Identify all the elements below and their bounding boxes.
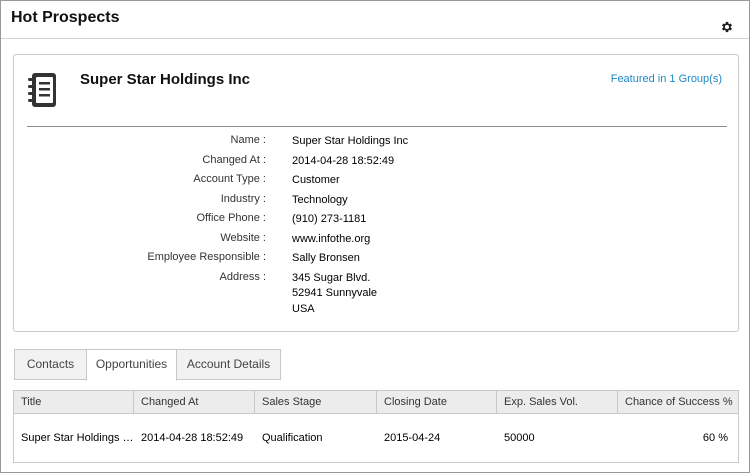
cell-sales-stage: Qualification: [262, 432, 323, 444]
account-name-heading: Super Star Holdings Inc: [80, 71, 251, 88]
column-header-closing-date[interactable]: Closing Date: [377, 391, 497, 414]
website-label: Website :: [220, 231, 266, 244]
industry-value: Technology: [292, 193, 348, 206]
address-line-2: 52941 Sunnyvale: [292, 287, 378, 299]
address-value: 345 Sugar Blvd. 52941 Sunnyvale USA: [292, 271, 377, 318]
office-phone-label: Office Phone :: [196, 212, 266, 224]
address-book-icon: [28, 73, 56, 107]
detail-row-changed-at: Changed At : 2014-04-28 18:52:49: [14, 154, 740, 174]
employee-label: Employee Responsible :: [147, 251, 266, 263]
cell-chance-of-success: 60 %: [702, 432, 728, 444]
tab-account-details[interactable]: Account Details: [176, 349, 281, 380]
column-header-sales-stage[interactable]: Sales Stage: [255, 391, 377, 414]
detail-row-office-phone: Office Phone : (910) 273-1181: [14, 212, 740, 232]
column-header-chance-of-success[interactable]: Chance of Success %: [618, 391, 738, 414]
address-line-3: USA: [292, 302, 315, 315]
gear-icon[interactable]: [720, 20, 734, 34]
changed-at-label: Changed At :: [202, 153, 266, 166]
account-type-value: Customer: [292, 174, 340, 186]
column-header-exp-sales-vol[interactable]: Exp. Sales Vol.: [497, 391, 618, 414]
changed-at-value: 2014-04-28 18:52:49: [292, 154, 395, 167]
website-value: www.infothe.org: [292, 232, 371, 245]
featured-groups-link[interactable]: Featured in 1 Group(s): [611, 73, 722, 85]
divider: [27, 126, 727, 127]
cell-closing-date: 2015-04-24: [384, 432, 441, 444]
account-card: Super Star Holdings Inc Featured in 1 Gr…: [13, 54, 739, 332]
title-bar: Hot Prospects: [1, 1, 749, 39]
detail-row-name: Name : Super Star Holdings Inc: [14, 134, 740, 154]
tab-contacts[interactable]: Contacts: [14, 349, 87, 380]
industry-label: Industry :: [220, 192, 266, 205]
name-label: Name :: [230, 134, 266, 146]
account-type-label: Account Type :: [193, 173, 266, 185]
detail-row-account-type: Account Type : Customer: [14, 173, 740, 193]
page-title: Hot Prospects: [11, 9, 120, 26]
table-row[interactable]: Super Star Holdings Inc 2014-04-28 18:52…: [14, 415, 738, 463]
cell-exp-sales-vol: 50000: [504, 432, 535, 444]
office-phone-value: (910) 273-1181: [292, 213, 367, 225]
address-line-1: 345 Sugar Blvd.: [292, 271, 371, 284]
address-label: Address :: [219, 270, 266, 283]
cell-changed-at: 2014-04-28 18:52:49: [141, 432, 244, 444]
detail-row-industry: Industry : Technology: [14, 193, 740, 213]
detail-row-website: Website : www.infothe.org: [14, 232, 740, 252]
column-header-changed-at[interactable]: Changed At: [134, 391, 255, 414]
opportunities-grid: Title Changed At Sales Stage Closing Dat…: [13, 390, 739, 463]
detail-row-address: Address : 345 Sugar Blvd. 52941 Sunnyval…: [14, 271, 740, 319]
detail-row-employee: Employee Responsible : Sally Bronsen: [14, 251, 740, 271]
employee-value: Sally Bronsen: [292, 252, 360, 264]
tab-opportunities[interactable]: Opportunities: [86, 349, 177, 381]
grid-header: Title Changed At Sales Stage Closing Dat…: [14, 391, 738, 414]
account-details: Name : Super Star Holdings Inc Changed A…: [14, 134, 740, 319]
column-header-title[interactable]: Title: [14, 391, 134, 414]
name-value: Super Star Holdings Inc: [292, 135, 409, 147]
cell-title: Super Star Holdings Inc: [21, 432, 134, 444]
hot-prospects-window: Hot Prospects Super Star Holdings Inc Fe…: [0, 0, 750, 473]
